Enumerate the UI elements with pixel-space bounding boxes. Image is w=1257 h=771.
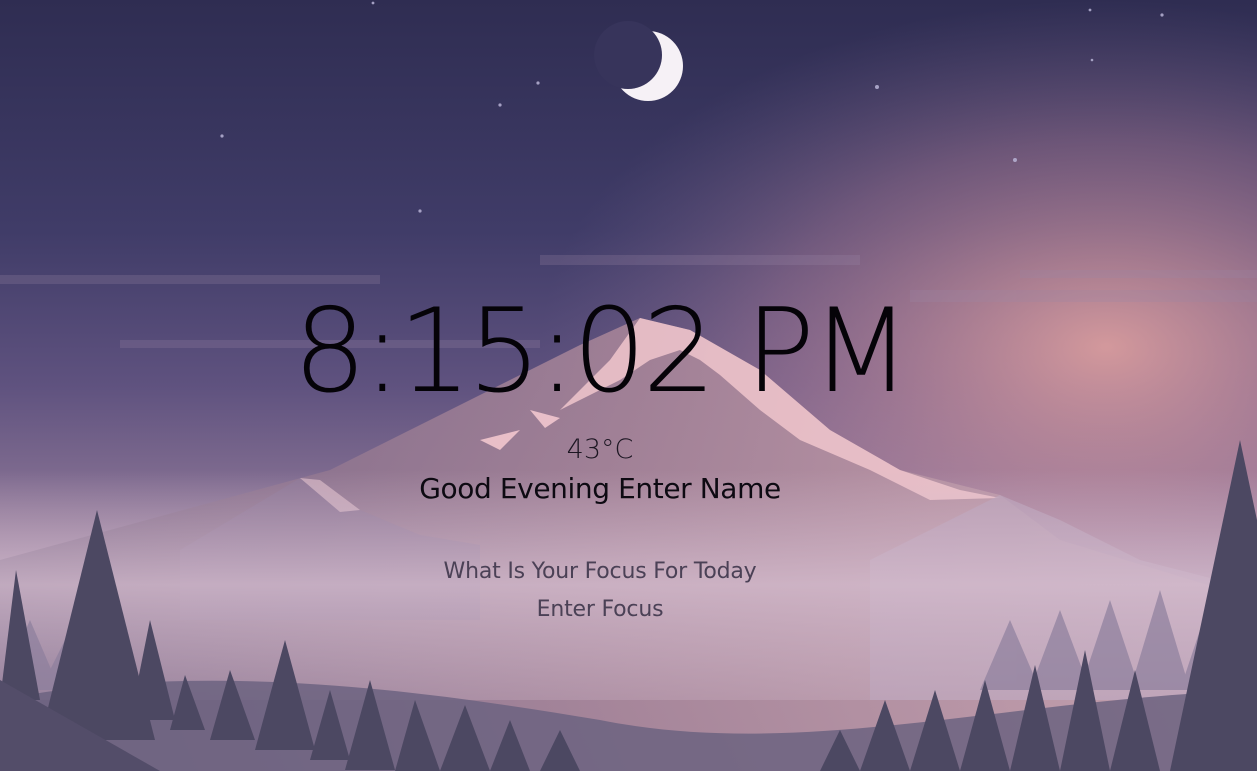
focus-field[interactable]: Enter Focus [0, 594, 1200, 626]
greeting-salutation: Good Evening [419, 472, 610, 505]
greeting-line: Good Evening Enter Name [0, 470, 1200, 508]
focus-input[interactable]: Enter Focus [537, 597, 664, 622]
focus-question: What Is Your Focus For Today [443, 559, 757, 584]
clock-time: 8:15:02 PM [292, 284, 911, 419]
temperature-readout: 43°C [566, 434, 634, 465]
name-input[interactable]: Enter Name [618, 472, 781, 505]
